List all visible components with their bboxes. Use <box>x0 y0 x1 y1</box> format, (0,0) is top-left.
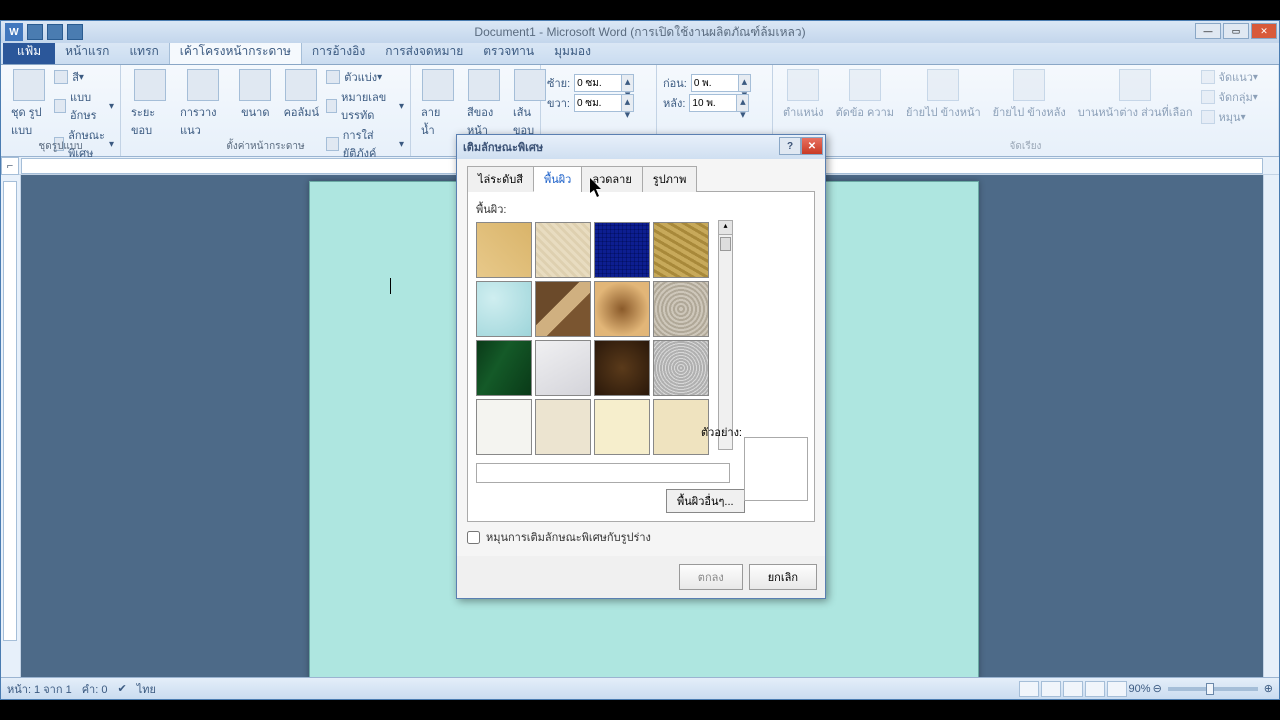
view-draft[interactable] <box>1107 681 1127 697</box>
zoom-percent[interactable]: 90% <box>1129 683 1151 695</box>
texture-swatch[interactable] <box>476 222 532 278</box>
texture-swatch[interactable] <box>535 399 591 455</box>
texture-swatch[interactable] <box>476 399 532 455</box>
wrap-text-button: ตัดข้อ ความ <box>832 67 898 127</box>
maximize-button[interactable]: ▭ <box>1223 23 1249 39</box>
rotate-fill-checkbox[interactable] <box>467 531 480 544</box>
texture-swatch[interactable] <box>476 281 532 337</box>
texture-swatch[interactable] <box>476 340 532 396</box>
quick-access-toolbar: W <box>1 23 87 41</box>
spinner[interactable]: ▴▾ <box>622 74 634 92</box>
texture-scrollbar[interactable]: ▴ <box>718 220 733 450</box>
save-icon[interactable] <box>27 24 43 40</box>
minimize-button[interactable]: — <box>1195 23 1221 39</box>
word-app-icon: W <box>5 23 23 41</box>
ribbon-tab-strip: แฟ้ม หน้าแรก แทรก เค้าโครงหน้ากระดาษ การ… <box>1 43 1279 65</box>
align-button: จัดแนว ▾ <box>1201 67 1258 87</box>
close-button[interactable]: ✕ <box>1251 23 1277 39</box>
breaks-button[interactable]: ตัวแบ่ง ▾ <box>326 67 404 87</box>
tab-gradient[interactable]: ไล่ระดับสี <box>467 166 534 192</box>
title-bar: W Document1 - Microsoft Word (การเปิดใช้… <box>1 21 1279 43</box>
texture-swatch[interactable] <box>594 340 650 396</box>
word-count[interactable]: คำ: 0 <box>82 680 108 698</box>
texture-gallery <box>476 222 714 455</box>
space-after-input[interactable] <box>689 94 737 112</box>
indent-right-input[interactable] <box>574 94 622 112</box>
mouse-cursor-icon <box>590 178 604 198</box>
dialog-title: เติมลักษณะพิเศษ <box>463 138 543 156</box>
proofing-icon[interactable]: ✔ <box>117 682 126 695</box>
preview-label: ตัวอย่าง: <box>701 423 742 441</box>
position-button: ตำแหน่ง <box>779 67 828 127</box>
language-indicator[interactable]: ไทย <box>137 680 156 698</box>
status-bar: หน้า: 1 จาก 1 คำ: 0 ✔ ไทย 90% ⊖ ⊕ <box>1 677 1279 699</box>
tab-texture[interactable]: พื้นผิว <box>533 166 582 192</box>
text-cursor <box>390 278 391 294</box>
zoom-in-button[interactable]: ⊕ <box>1264 682 1273 695</box>
texture-swatch[interactable] <box>594 399 650 455</box>
undo-icon[interactable] <box>47 24 63 40</box>
theme-fonts[interactable]: แบบอักษร ▾ <box>54 87 114 125</box>
dialog-close-button[interactable]: ✕ <box>801 137 823 155</box>
rotate-fill-label: หมุนการเติมลักษณะพิเศษกับรูปร่าง <box>486 528 651 546</box>
cancel-button[interactable]: ยกเลิก <box>749 564 817 590</box>
texture-swatch[interactable] <box>653 281 709 337</box>
dialog-help-button[interactable]: ? <box>779 137 801 155</box>
dialog-title-bar[interactable]: เติมลักษณะพิเศษ ? ✕ <box>457 135 825 159</box>
other-texture-button[interactable]: พื้นผิวอื่นๆ... <box>666 489 745 513</box>
tab-picture[interactable]: รูปภาพ <box>642 166 698 192</box>
ok-button[interactable]: ตกลง <box>679 564 743 590</box>
texture-swatch[interactable] <box>653 340 709 396</box>
rotate-button: หมุน ▾ <box>1201 107 1258 127</box>
texture-swatch[interactable] <box>594 222 650 278</box>
texture-swatch[interactable] <box>535 281 591 337</box>
texture-swatch[interactable] <box>535 340 591 396</box>
line-numbers-button[interactable]: หมายเลขบรรทัด ▾ <box>326 87 404 125</box>
group-button: จัดกลุ่ม ▾ <box>1201 87 1258 107</box>
texture-label: พื้นผิว: <box>476 200 806 218</box>
vertical-ruler <box>1 175 21 677</box>
vertical-scrollbar[interactable] <box>1263 175 1279 677</box>
texture-name-field <box>476 463 730 483</box>
zoom-out-button[interactable]: ⊖ <box>1153 682 1162 695</box>
theme-colors[interactable]: สี ▾ <box>54 67 114 87</box>
page-indicator[interactable]: หน้า: 1 จาก 1 <box>7 680 72 698</box>
texture-swatch[interactable] <box>653 222 709 278</box>
spinner[interactable]: ▴▾ <box>737 94 749 112</box>
space-before-input[interactable] <box>691 74 739 92</box>
view-reading[interactable] <box>1041 681 1061 697</box>
preview-box <box>744 437 808 501</box>
bring-forward-button: ย้ายไป ข้างหน้า <box>902 67 985 127</box>
send-backward-button: ย้ายไป ข้างหลัง <box>989 67 1070 127</box>
dialog-tabs: ไล่ระดับสี พื้นผิว ลวดลาย รูปภาพ <box>467 165 815 192</box>
view-outline[interactable] <box>1085 681 1105 697</box>
redo-icon[interactable] <box>67 24 83 40</box>
spinner[interactable]: ▴▾ <box>622 94 634 112</box>
texture-swatch[interactable] <box>594 281 650 337</box>
view-print-layout[interactable] <box>1019 681 1039 697</box>
window-title: Document1 - Microsoft Word (การเปิดใช้งา… <box>474 23 805 42</box>
indent-left-input[interactable] <box>574 74 622 92</box>
spinner[interactable]: ▴▾ <box>739 74 751 92</box>
fill-effects-dialog: เติมลักษณะพิเศษ ? ✕ ไล่ระดับสี พื้นผิว ล… <box>456 134 826 599</box>
view-web[interactable] <box>1063 681 1083 697</box>
texture-swatch[interactable] <box>535 222 591 278</box>
zoom-slider[interactable] <box>1168 687 1258 691</box>
selection-pane-button: บานหน้าต่าง ส่วนที่เลือก <box>1074 67 1197 127</box>
